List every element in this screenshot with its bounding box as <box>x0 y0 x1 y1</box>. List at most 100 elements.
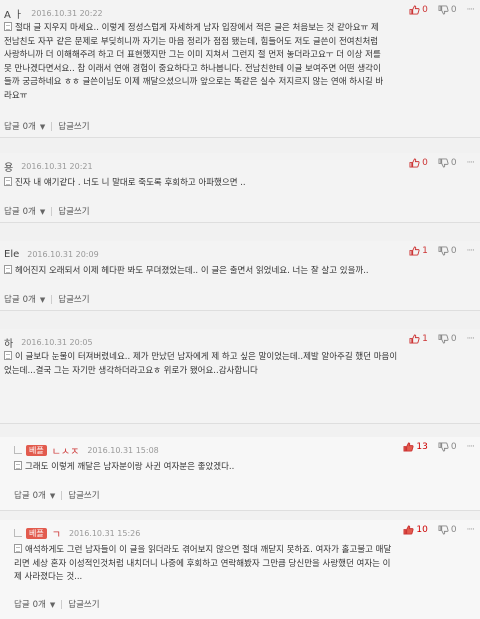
upvote-button[interactable]: 10 <box>403 525 428 535</box>
more-options-icon[interactable]: ···· <box>467 246 476 256</box>
upvote-count: 10 <box>416 525 428 535</box>
comment-line: 리면 세상 혼자 이성적인것처럼 내치더니 나중에 후회하고 연락해봤자 그만큼… <box>14 558 391 569</box>
upvote-button[interactable]: 0 <box>409 158 428 168</box>
comment-line: 들까 궁금하네요 ㅎㅎ 글쓴이님도 이제 깨달으셨으니까 앞으로는 똑같은 실수… <box>4 77 384 87</box>
downvote-count: 0 <box>450 334 457 344</box>
downvote-count: 0 <box>450 246 457 256</box>
more-options-icon[interactable]: ···· <box>467 442 476 452</box>
chevron-down-icon: ▼ <box>39 123 46 131</box>
comment-line: 못 만나겠다면서요.. 참 이래서 연애 경험이 중요하다고 하나봅니다. 전남… <box>4 63 381 74</box>
comment-item: A ㅏ 2016.10.31 20:22 0 0 ···· 절대 글 지우지 마… <box>0 0 480 138</box>
reply-toggle-button[interactable]: 답글 0개 ▼ <box>4 120 45 132</box>
document-icon <box>4 265 12 274</box>
downvote-button[interactable]: 0 <box>438 525 457 535</box>
thumbs-up-icon <box>403 442 414 452</box>
comment-author[interactable]: A ㅏ <box>4 6 23 21</box>
more-options-icon[interactable]: ···· <box>467 158 476 168</box>
upvote-count: 1 <box>422 334 428 344</box>
comment-author[interactable]: Ele <box>4 249 19 260</box>
comment-line: 절대 글 지우지 마세요.. 이렇게 정성스럽게 자세하게 남자 입장에서 적은… <box>15 23 379 33</box>
comment-line: 이 글보다 눈물이 터져버렸네요.. 제가 만났던 남자에게 제 하고 싶은 말… <box>15 352 398 362</box>
thumbs-up-icon <box>409 5 420 15</box>
write-reply-button[interactable]: 답글쓰기 <box>58 205 89 217</box>
comment-date: 2016.10.31 20:21 <box>21 161 93 171</box>
thumbs-up-icon <box>409 334 420 344</box>
reply-toggle-button[interactable]: 답글 0개 ▼ <box>14 489 55 501</box>
document-icon <box>14 544 22 553</box>
chevron-down-icon: ▼ <box>39 296 46 304</box>
upvote-button[interactable]: 0 <box>409 5 428 15</box>
upvote-button[interactable]: 1 <box>409 246 428 256</box>
reply-arrow-icon <box>14 529 22 537</box>
comment-item: 하 2016.10.31 20:05 1 0 ···· 이 글보다 눈물이 터져… <box>0 329 480 424</box>
more-options-icon[interactable]: ···· <box>467 5 476 15</box>
thumbs-down-icon <box>438 525 449 535</box>
comment-line: 었는데...결국 그는 자기만 생각하더라고요ㅎ 위로가 됐어요..감사합니다 <box>4 365 258 376</box>
chevron-down-icon: ▼ <box>49 601 56 609</box>
document-icon <box>4 22 12 31</box>
thumbs-down-icon <box>438 5 449 15</box>
downvote-count: 0 <box>450 525 457 535</box>
comment-line: 그래도 이렇게 깨달은 남자분이랑 사귄 여자분은 좋았겠다.. <box>25 462 235 472</box>
thumbs-up-icon <box>403 525 414 535</box>
thumbs-down-icon <box>438 334 449 344</box>
thumbs-down-icon <box>438 158 449 168</box>
comment-line: 사랑하니까 더 이해해주려 하고 더 표현했지만 그는 이미 지쳐서 그런지 절… <box>4 50 381 60</box>
chevron-down-icon: ▼ <box>39 208 46 216</box>
thumbs-up-icon <box>409 246 420 256</box>
write-reply-button[interactable]: 답글쓰기 <box>68 598 99 610</box>
upvote-count: 13 <box>416 442 428 452</box>
write-reply-button[interactable]: 답글쓰기 <box>58 293 89 305</box>
upvote-button[interactable]: 1 <box>409 334 428 344</box>
upvote-count: 0 <box>422 158 428 168</box>
thumbs-down-icon <box>438 246 449 256</box>
comment-line: 라요ㅠ <box>4 90 28 101</box>
comment-date: 2016.10.31 20:22 <box>31 8 103 18</box>
write-reply-button[interactable]: 답글쓰기 <box>58 120 89 132</box>
downvote-count: 0 <box>450 5 457 15</box>
comment-date: 2016.10.31 15:08 <box>87 445 159 455</box>
thumbs-up-icon <box>409 158 420 168</box>
upvote-count: 1 <box>422 246 428 256</box>
comment-line: 진자 내 얘기같다 . 너도 니 말대로 죽도록 후회하고 아파했으면 .. <box>15 178 246 188</box>
document-icon <box>14 461 22 470</box>
comment-list: A ㅏ 2016.10.31 20:22 0 0 ···· 절대 글 지우지 마… <box>0 0 480 619</box>
best-comment-item: 베플 ㄱ 2016.10.31 15:26 10 0 ···· 애석하게도 그런… <box>0 520 480 619</box>
comment-item: 용 2016.10.31 20:21 0 0 ···· 진자 내 얘기같다 . … <box>0 153 480 223</box>
downvote-button[interactable]: 0 <box>438 5 457 15</box>
comment-line: 애석하게도 그런 남자들이 이 글을 읽더라도 겪어보지 않으면 절대 깨닫지 … <box>25 545 392 555</box>
downvote-button[interactable]: 0 <box>438 334 457 344</box>
write-reply-button[interactable]: 답글쓰기 <box>68 489 99 501</box>
comment-date: 2016.10.31 15:26 <box>68 528 141 538</box>
comment-author[interactable]: 용 <box>4 159 13 174</box>
best-comment-item: 베플 ㄴㅅㅈ 2016.10.31 15:08 13 0 ···· 그래도 이렇… <box>0 437 480 511</box>
comment-line: 헤어진지 오래되서 이제 헤다판 봐도 무뎌졌었는데.. 이 글은 출면서 읽었… <box>15 266 369 276</box>
reply-toggle-button[interactable]: 답글 0개 ▼ <box>14 598 55 610</box>
downvote-count: 0 <box>450 442 457 452</box>
document-icon <box>4 177 12 186</box>
upvote-button[interactable]: 13 <box>403 442 428 452</box>
best-badge: 베플 <box>26 444 47 456</box>
comment-date: 2016.10.31 20:09 <box>27 249 99 259</box>
upvote-count: 0 <box>422 5 428 15</box>
comment-date: 2016.10.31 20:05 <box>21 337 93 347</box>
comment-author[interactable]: ㄴㅅㅈ <box>52 443 80 458</box>
chevron-down-icon: ▼ <box>49 492 56 500</box>
comment-line: 제 사라졌다는 것... <box>14 572 83 582</box>
thumbs-down-icon <box>438 442 449 452</box>
best-badge: 베플 <box>26 527 47 539</box>
downvote-button[interactable]: 0 <box>438 158 457 168</box>
comment-item: Ele 2016.10.31 20:09 1 0 ···· 헤어진지 오래되서 … <box>0 241 480 311</box>
reply-toggle-button[interactable]: 답글 0개 ▼ <box>4 293 45 305</box>
reply-arrow-icon <box>14 446 22 454</box>
comment-line: 전남친도 자꾸 같은 문제로 부딪히니까 자기는 마음 정리가 점점 됐는데, … <box>4 36 379 47</box>
more-options-icon[interactable]: ···· <box>467 334 476 344</box>
comment-author[interactable]: ㄱ <box>52 526 61 541</box>
downvote-button[interactable]: 0 <box>438 442 457 452</box>
downvote-count: 0 <box>450 158 457 168</box>
downvote-button[interactable]: 0 <box>438 246 457 256</box>
reply-toggle-button[interactable]: 답글 0개 ▼ <box>4 205 45 217</box>
comment-author[interactable]: 하 <box>4 335 13 350</box>
document-icon <box>4 351 12 360</box>
more-options-icon[interactable]: ···· <box>467 525 476 535</box>
